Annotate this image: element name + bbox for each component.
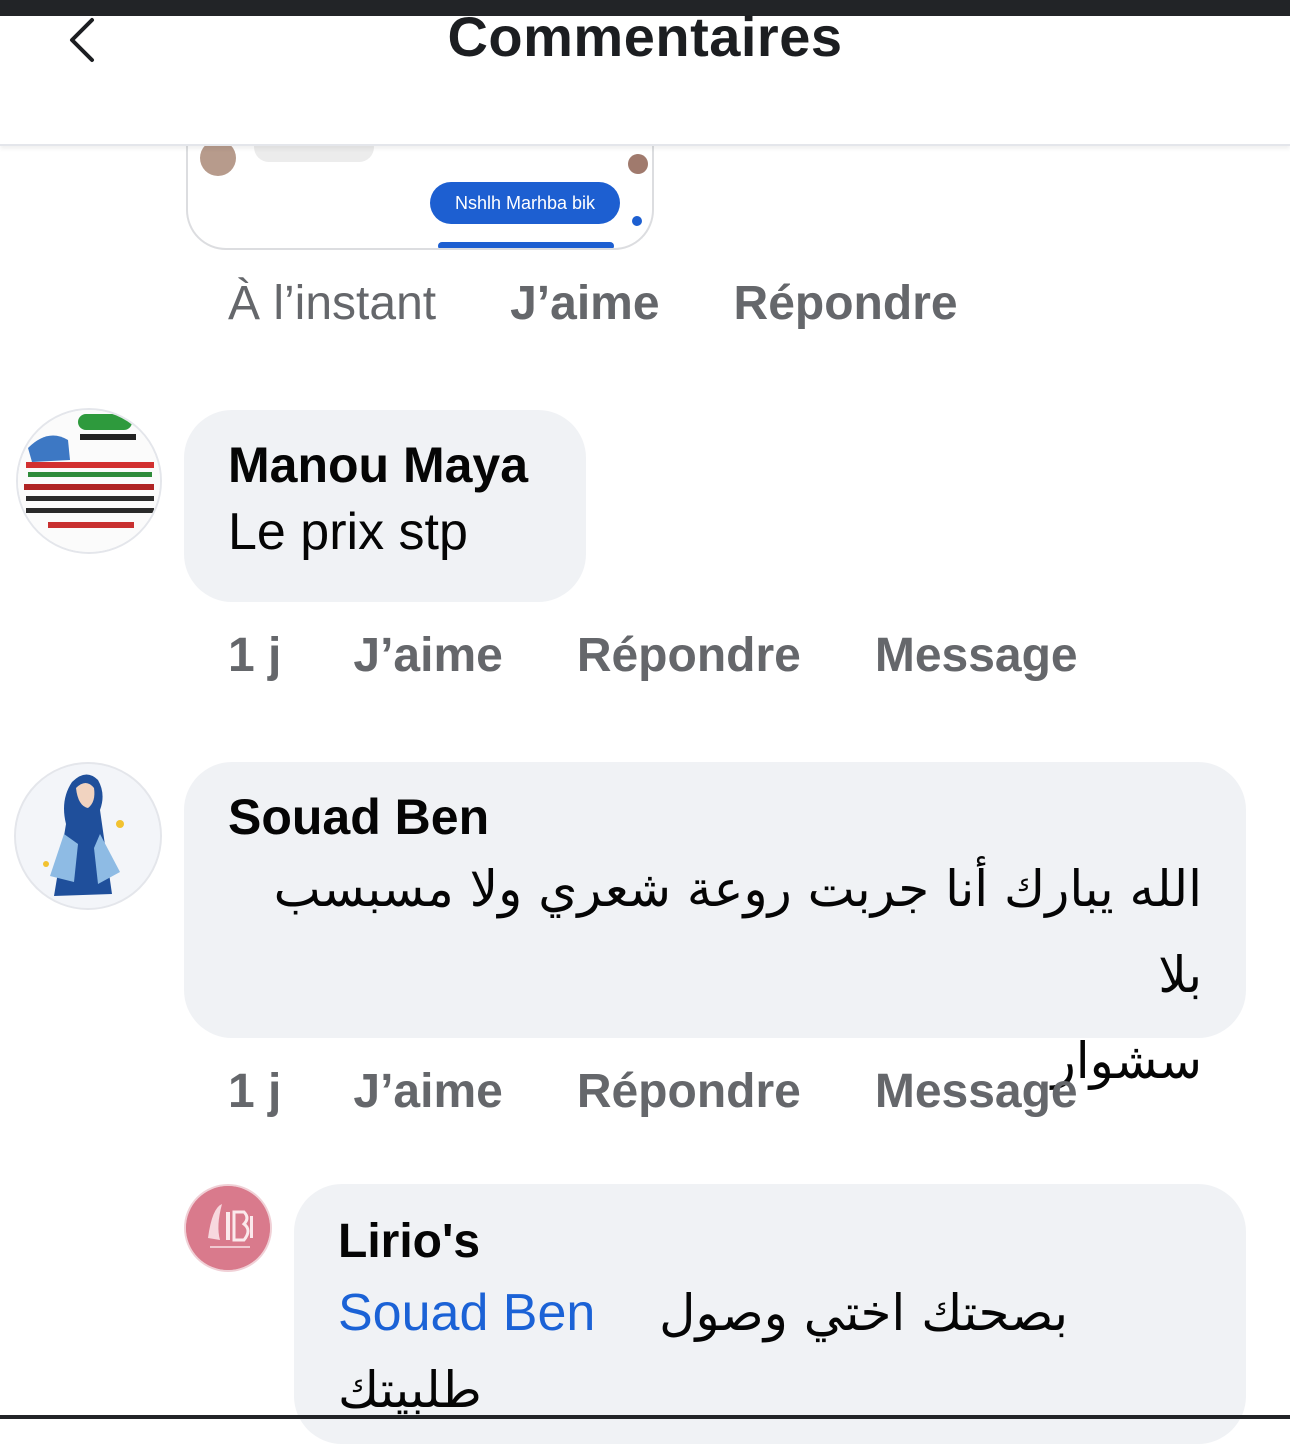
reply-author[interactable]: Lirio's (338, 1214, 1202, 1269)
comment-bubble[interactable]: Souad Ben الله يبارك أنا جربت روعة شعري … (184, 762, 1246, 1090)
reply-text-line-1: Souad Ben بصحتك اختي وصول (338, 1283, 1068, 1343)
reply-bubble[interactable]: Lirio's Souad Ben بصحتك اختي وصول طلبيتك (294, 1184, 1246, 1444)
reply-text-arabic: بصحتك اختي وصول (659, 1284, 1068, 1342)
reply-button[interactable]: Répondre (577, 1064, 801, 1119)
message-button[interactable]: Message (875, 1064, 1078, 1119)
comment-timestamp: À l’instant (228, 277, 437, 330)
avatar[interactable] (14, 762, 162, 910)
like-button[interactable]: J’aime (353, 1064, 502, 1119)
attachment-chat-bar (438, 242, 614, 248)
comment-bubble[interactable]: Manou Maya Le prix stp (184, 410, 586, 602)
avatar-image (18, 410, 160, 552)
comment-timestamp: 1 j (228, 1065, 282, 1118)
comment-author[interactable]: Souad Ben (228, 788, 1202, 846)
reply-button[interactable]: Répondre (734, 276, 958, 331)
avatar-image (16, 764, 160, 908)
comment-text: Le prix stp (228, 503, 468, 561)
reply-text-line-2: طلبيتك (338, 1361, 482, 1419)
attachment-chat-bubble: Nshlh Marhba bik (430, 182, 620, 224)
avatar[interactable] (184, 1184, 272, 1272)
page-title: Commentaires (447, 5, 843, 68)
bottom-edge (0, 1415, 1290, 1419)
comment-author[interactable]: Manou Maya (228, 436, 586, 494)
mention-link[interactable]: Souad Ben (338, 1283, 595, 1343)
comment-text-line-1: الله يبارك أنا جربت روعة شعري ولا مسبسب … (273, 860, 1202, 1004)
comment-actions: 1 j J’aime Répondre Message (228, 628, 1078, 683)
message-button[interactable]: Message (875, 628, 1078, 683)
like-button[interactable]: J’aime (353, 628, 502, 683)
comment-actions: 1 j J’aime Répondre Message (228, 1064, 1078, 1119)
lirios-logo-icon (186, 1186, 270, 1270)
avatar[interactable] (16, 408, 162, 554)
attachment-small-avatar (628, 154, 648, 174)
reply-button[interactable]: Répondre (577, 628, 801, 683)
like-button[interactable]: J’aime (510, 276, 659, 331)
attachment-seen-dot (632, 216, 642, 226)
comment-actions: À l’instant J’aime Répondre (228, 276, 958, 331)
comments-header: Commentaires (0, 5, 1290, 146)
comment-timestamp: 1 j (228, 629, 282, 682)
